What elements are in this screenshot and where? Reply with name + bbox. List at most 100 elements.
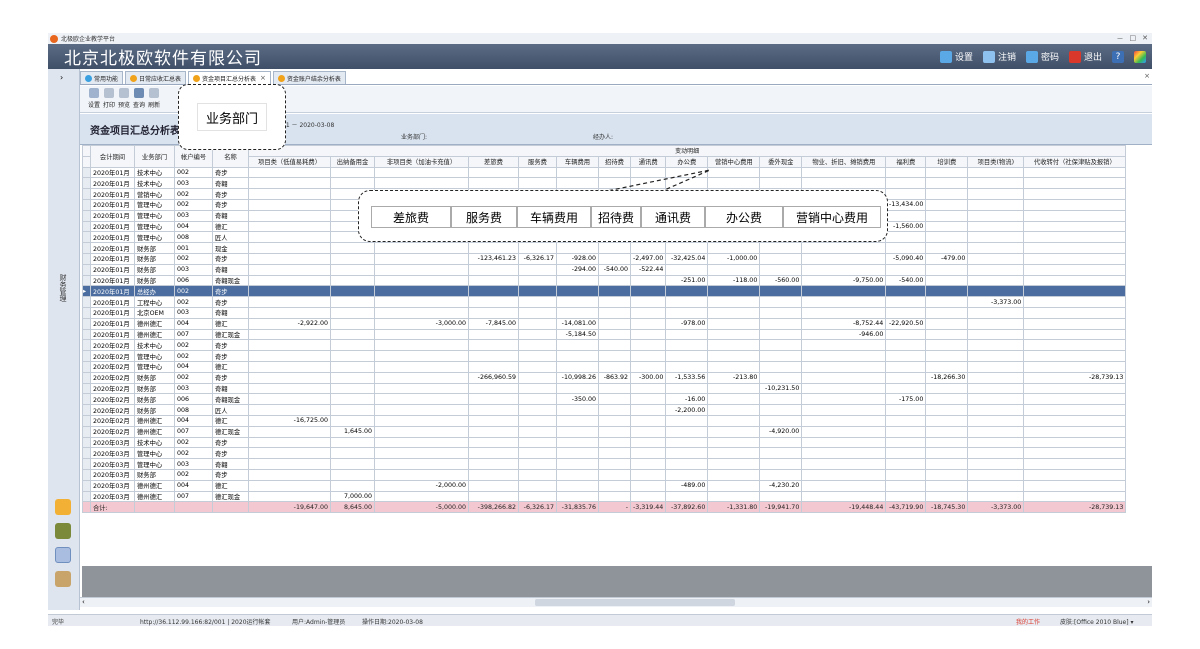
table-cell[interactable] xyxy=(801,263,887,276)
table-cell[interactable]: 2020年03月 xyxy=(90,479,135,492)
table-cell[interactable] xyxy=(925,425,969,438)
col-header[interactable]: 营销中心费用 xyxy=(707,155,761,168)
table-cell[interactable]: 管理中心 xyxy=(134,360,175,373)
table-cell[interactable] xyxy=(1023,490,1127,503)
table-cell[interactable] xyxy=(665,285,709,298)
table-cell[interactable] xyxy=(248,296,331,308)
table-cell[interactable] xyxy=(1023,458,1127,470)
table-cell[interactable]: 2020年02月 xyxy=(90,360,135,373)
maximize-button[interactable]: □ xyxy=(1130,34,1137,44)
table-cell[interactable] xyxy=(468,242,519,254)
table-cell[interactable] xyxy=(248,306,331,319)
row-indicator[interactable] xyxy=(82,382,91,395)
table-cell[interactable] xyxy=(967,479,1025,492)
table-cell[interactable] xyxy=(885,209,927,222)
table-cell[interactable] xyxy=(374,252,469,265)
table-cell[interactable] xyxy=(518,350,557,362)
table-cell[interactable] xyxy=(925,285,969,298)
row-indicator[interactable] xyxy=(82,350,91,362)
table-cell[interactable]: -522.44 xyxy=(629,263,667,276)
table-cell[interactable] xyxy=(707,263,761,276)
table-cell[interactable] xyxy=(967,350,1025,362)
table-row[interactable]: 2020年02月 财务部 002 奇步 -266,960.59 -10,998.26 -86… xyxy=(82,371,1127,384)
table-cell[interactable] xyxy=(248,447,331,460)
table-cell[interactable] xyxy=(1023,479,1127,492)
table-cell[interactable] xyxy=(925,328,969,341)
table-cell[interactable] xyxy=(801,252,887,265)
table-cell[interactable] xyxy=(330,166,375,179)
table-cell[interactable]: -489.00 xyxy=(665,479,709,492)
table-cell[interactable] xyxy=(556,360,599,373)
query-button[interactable]: 查询 xyxy=(133,88,145,112)
table-cell[interactable] xyxy=(556,177,599,190)
horizontal-scrollbar[interactable]: ‹ › xyxy=(80,597,1152,607)
close-button[interactable]: ✕ xyxy=(1142,34,1148,44)
table-cell[interactable] xyxy=(885,371,927,384)
table-cell[interactable] xyxy=(374,350,469,362)
table-row[interactable]: 2020年01月 财务部 001 现金 xyxy=(82,242,1127,254)
table-cell[interactable] xyxy=(248,425,331,438)
table-cell[interactable] xyxy=(1023,382,1127,395)
row-indicator[interactable] xyxy=(82,468,91,481)
table-cell[interactable]: 德汇现金 xyxy=(212,425,249,438)
table-cell[interactable] xyxy=(468,360,519,373)
table-cell[interactable]: -540.00 xyxy=(598,263,631,276)
table-cell[interactable] xyxy=(629,296,667,308)
table-cell[interactable]: 财务部 xyxy=(134,263,175,276)
table-cell[interactable] xyxy=(330,296,375,308)
settings-button[interactable]: 设置 xyxy=(939,50,973,63)
table-cell[interactable] xyxy=(707,414,761,427)
table-cell[interactable]: 技术中心 xyxy=(134,436,175,449)
table-cell[interactable] xyxy=(707,436,761,449)
table-cell[interactable] xyxy=(801,479,887,492)
table-cell[interactable]: 财务部 xyxy=(134,404,175,416)
table-cell[interactable] xyxy=(925,350,969,362)
table-cell[interactable]: 003 xyxy=(174,177,213,190)
row-indicator[interactable] xyxy=(82,220,91,233)
table-cell[interactable] xyxy=(556,490,599,503)
table-cell[interactable] xyxy=(330,436,375,449)
table-cell[interactable] xyxy=(967,177,1025,190)
table-cell[interactable] xyxy=(330,350,375,362)
tab-common[interactable]: 常用功能 xyxy=(80,71,124,84)
table-cell[interactable]: 001 xyxy=(174,242,213,254)
table-cell[interactable] xyxy=(330,404,375,416)
table-cell[interactable] xyxy=(967,220,1025,233)
table-cell[interactable] xyxy=(629,339,667,352)
table-cell[interactable]: 002 xyxy=(174,371,213,384)
table-cell[interactable] xyxy=(468,328,519,341)
row-indicator[interactable] xyxy=(82,274,91,287)
table-cell[interactable]: 006 xyxy=(174,274,213,287)
table-cell[interactable] xyxy=(801,490,887,503)
table-cell[interactable] xyxy=(556,306,599,319)
table-cell[interactable]: 奇翱 xyxy=(212,306,249,319)
table-cell[interactable] xyxy=(967,382,1025,395)
table-cell[interactable] xyxy=(759,317,803,330)
table-cell[interactable]: 003 xyxy=(174,209,213,222)
table-cell[interactable] xyxy=(885,242,927,254)
table-cell[interactable] xyxy=(598,490,631,503)
table-row[interactable]: 2020年01月 德州德汇 007 德汇现金 -5,184.50 -946.00 xyxy=(82,328,1127,341)
table-cell[interactable]: 2020年02月 xyxy=(90,350,135,362)
row-indicator[interactable] xyxy=(82,231,91,244)
table-cell[interactable] xyxy=(967,371,1025,384)
table-cell[interactable] xyxy=(518,382,557,395)
table-cell[interactable] xyxy=(1023,188,1127,200)
table-cell[interactable] xyxy=(885,360,927,373)
table-cell[interactable] xyxy=(330,306,375,319)
row-indicator[interactable] xyxy=(82,166,91,179)
table-cell[interactable]: 德州德汇 xyxy=(134,328,175,341)
table-cell[interactable] xyxy=(598,479,631,492)
table-cell[interactable] xyxy=(707,479,761,492)
row-indicator[interactable] xyxy=(82,425,91,438)
table-cell[interactable] xyxy=(925,414,969,427)
table-cell[interactable] xyxy=(707,339,761,352)
table-cell[interactable] xyxy=(629,404,667,416)
table-cell[interactable] xyxy=(518,242,557,254)
row-indicator[interactable] xyxy=(82,328,91,341)
logout-button[interactable]: 注销 xyxy=(982,50,1016,63)
table-cell[interactable]: -175.00 xyxy=(885,393,927,406)
table-cell[interactable] xyxy=(665,447,709,460)
table-cell[interactable] xyxy=(248,166,331,179)
table-cell[interactable]: 2020年02月 xyxy=(90,382,135,395)
